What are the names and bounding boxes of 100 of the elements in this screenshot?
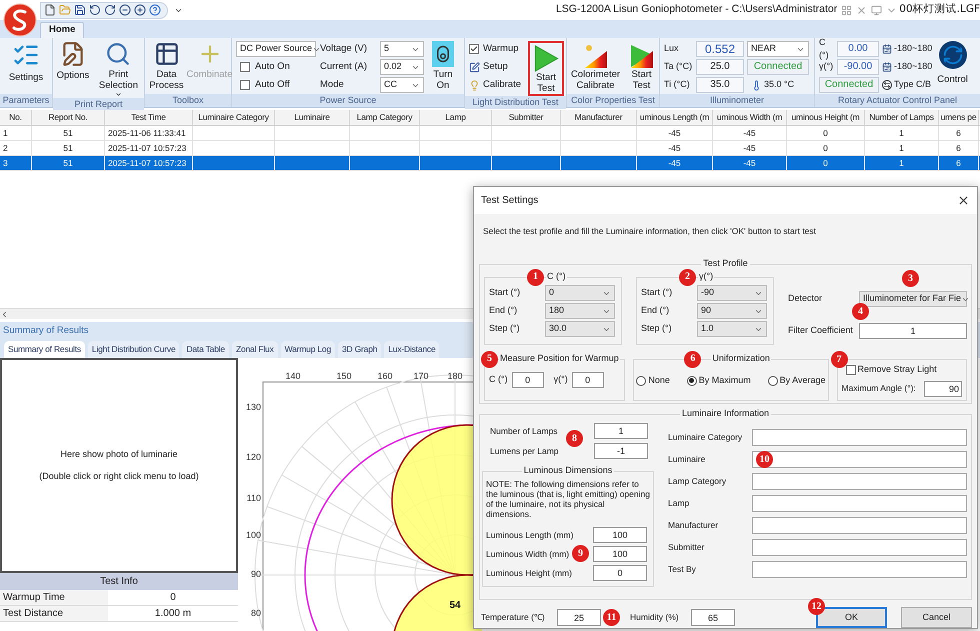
number-badge: 11 xyxy=(603,609,620,626)
axis-label: 120 xyxy=(246,452,261,462)
column-header: Manufacturer xyxy=(561,110,637,125)
column-header: Lamp Category xyxy=(350,110,420,125)
table-cell: 0 xyxy=(787,126,865,140)
table-cell: -45 xyxy=(713,156,787,170)
column-header: Test Time xyxy=(105,110,193,125)
panel-title: Summary of Results xyxy=(2,325,90,337)
reading-value: -90.00 xyxy=(837,59,879,75)
instruction-text: Select the test profile and fill the Luminaire information, then click 'OK' button to start test xyxy=(483,225,818,238)
radio-label: By Average xyxy=(780,374,826,387)
number-badge: 3 xyxy=(902,270,919,287)
table-cell: -45 xyxy=(637,156,713,170)
axis-label: 180 xyxy=(447,371,463,381)
column-header: Luminaire xyxy=(275,110,350,125)
field-label: C (°) xyxy=(489,373,508,386)
number-badge: 1 xyxy=(527,268,544,286)
table-cell: 1 xyxy=(865,126,939,140)
table-cell: 51 xyxy=(32,141,105,155)
axis-label: 140 xyxy=(285,371,301,381)
field-label: Temperature (℃) xyxy=(481,611,546,624)
field-label: Start (°) xyxy=(641,286,674,300)
table-cell: 2025-11-07 10:57:23 xyxy=(105,141,193,155)
field-label: Current (A) xyxy=(320,60,368,74)
checkbox-label: Remove Stray Light xyxy=(858,363,937,376)
group-title: γ(°) xyxy=(698,270,714,284)
axis-label: 170 xyxy=(413,371,429,381)
checkbox-label: Auto Off xyxy=(255,78,290,92)
field-label: Step (°) xyxy=(641,322,673,336)
field-label: Lamp Category xyxy=(668,475,728,488)
reading-value: 0.00 xyxy=(837,41,879,57)
column-header: No. xyxy=(0,110,32,125)
group-caption: Print Report xyxy=(53,98,144,111)
table-cell: -45 xyxy=(637,126,713,140)
range-text: -180~180 xyxy=(894,42,932,56)
field-label: Test By xyxy=(668,563,697,576)
reading-value: 25.0 xyxy=(696,59,744,75)
number-badge: 6 xyxy=(684,350,702,368)
field-label: End (°) xyxy=(641,304,670,318)
axis-label: 80 xyxy=(250,608,261,618)
axis-label: 160 xyxy=(377,371,393,381)
group-caption: Parameters xyxy=(0,94,52,107)
column-header: Luminaire Category xyxy=(193,110,275,125)
group-title: Measure Position for Warmup xyxy=(499,352,620,366)
table-cell: 2025-11-06 11:33:41 xyxy=(105,126,193,140)
table-cell: -45 xyxy=(637,141,713,155)
field-label: Lamp xyxy=(668,497,690,510)
number-badge: 8 xyxy=(566,430,583,447)
table-cell: 51 xyxy=(32,126,105,140)
reading-value: 35.0 xyxy=(696,77,744,93)
axis-label: 110 xyxy=(246,493,261,503)
column-header: uminous Length (m xyxy=(637,110,713,125)
group-caption: Illuminometer xyxy=(660,94,814,107)
column-header: Number of Lamps xyxy=(865,110,939,125)
field-label: Number of Lamps xyxy=(490,424,558,438)
field-label: Luminaire Category xyxy=(668,431,744,444)
column-header: uminous Width (m xyxy=(713,110,787,125)
window-title: 00杯灯测试.LGF xyxy=(899,2,980,18)
table-cell: 2025-11-07 10:57:23 xyxy=(105,156,193,170)
table-cell: 51 xyxy=(32,156,105,170)
group-caption: Light Distribution Test xyxy=(465,96,566,109)
reading-label: Lux xyxy=(664,42,680,56)
range-text: -180~180 xyxy=(894,60,932,74)
table-cell: 6 xyxy=(939,126,979,140)
group-caption: Toolbox xyxy=(145,94,231,107)
reading-label: C (°) xyxy=(819,36,830,62)
table-cell: 0 xyxy=(787,141,865,155)
group-caption: Power Source xyxy=(232,94,464,107)
radio-label: None xyxy=(648,374,670,387)
axis-label: 100 xyxy=(246,530,261,540)
group-title: C (°) xyxy=(546,270,567,284)
group-caption: Rotary Actuator Control Panel xyxy=(815,94,980,107)
table-cell: 1 xyxy=(0,126,32,140)
field-label: Detector xyxy=(788,292,822,306)
number-badge: 7 xyxy=(830,351,848,368)
axis-label: 130 xyxy=(246,402,261,412)
field-label: γ(°) xyxy=(554,373,568,386)
checkbox-label: Auto On xyxy=(255,60,290,74)
placeholder-text: Here show photo of luminarie xyxy=(60,448,178,461)
number-badge: 2 xyxy=(679,268,696,286)
table-cell: -45 xyxy=(713,141,787,155)
table-cell: 6 xyxy=(939,156,979,170)
table-cell: 3 xyxy=(0,156,32,170)
table-cell: 6 xyxy=(939,141,979,155)
field-label: Mode xyxy=(320,78,345,92)
group-caption: Color Properties Test xyxy=(567,94,659,107)
column-header: Submitter xyxy=(492,110,561,125)
field-label: Step (°) xyxy=(489,322,521,336)
column-header: Lamp xyxy=(420,110,492,125)
column-header: umens pe xyxy=(939,110,979,125)
table-cell: 0 xyxy=(787,156,865,170)
window-title: LSG-1200A Lisun Goniophotometer - C:\Users\Administrator xyxy=(556,2,838,18)
field-label: Submitter xyxy=(668,541,706,554)
table-cell: -45 xyxy=(713,126,787,140)
column-header: uminous Height (m xyxy=(787,110,865,125)
table-cell: 2 xyxy=(0,141,32,155)
field-label: Start (°) xyxy=(489,286,522,300)
field-label: Luminous Length (mm) xyxy=(486,528,574,542)
value-label: 54 xyxy=(449,600,461,611)
table-cell: Test Distance xyxy=(0,606,108,621)
